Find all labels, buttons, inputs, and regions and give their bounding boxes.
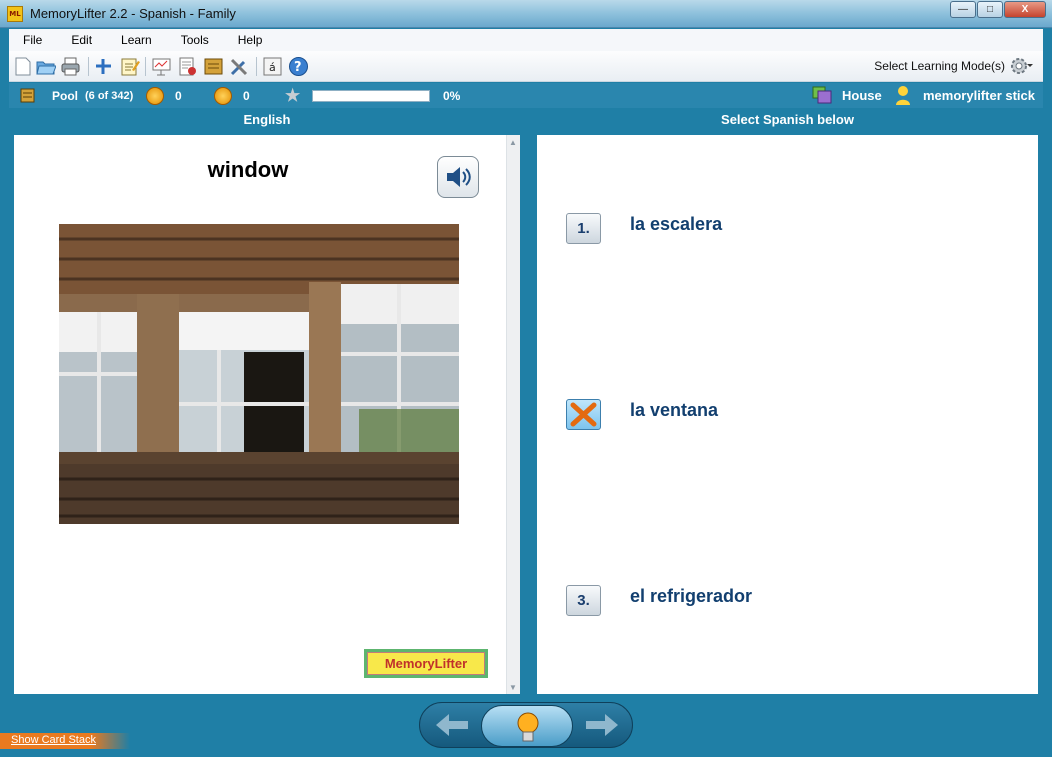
tools-icon[interactable] [229,56,250,77]
show-card-stack-link[interactable]: Show Card Stack [11,734,96,746]
edit-card-icon[interactable] [119,56,140,77]
answer-1-text[interactable]: la escalera [630,214,722,235]
chapter-name[interactable]: House [842,88,882,103]
answer-column-header: Select Spanish below [721,112,854,127]
navigation-pod [419,702,633,748]
answer-3-text[interactable]: el refrigerador [630,586,752,607]
question-scrollbar[interactable]: ▲ ▼ [506,135,520,694]
chapter-icon [812,85,832,104]
answer-1-button[interactable]: 1. [566,213,601,244]
menu-bar: File Edit Learn Tools Help [9,29,1043,51]
question-word: window [207,157,289,182]
correct-count: 0 [175,89,182,103]
open-folder-icon[interactable] [35,56,57,77]
print-icon[interactable] [60,56,81,77]
close-button[interactable]: X [1004,1,1046,18]
speaker-icon[interactable] [437,156,479,198]
menu-learn[interactable]: Learn [107,33,167,47]
window-title: MemoryLifter 2.2 - Spanish - Family [30,6,236,21]
svg-text:?: ? [294,60,302,75]
add-card-icon[interactable] [93,56,114,77]
forward-arrow-icon[interactable] [578,710,626,742]
menu-file[interactable]: File [9,33,57,47]
status-bar: Pool (6 of 342) 0 0 ★ 0% House memorylif… [9,83,1043,108]
pool-count: (6 of 342) [85,90,134,102]
question-image [59,224,459,524]
answer-panel: 1. la escalera la ventana 3. el refriger… [537,135,1038,694]
toolbar: á ? Select Learning Mode(s) [9,51,1043,82]
learning-mode-gear-icon[interactable] [1009,55,1033,77]
user-name[interactable]: memorylifter stick [923,88,1035,103]
help-icon[interactable]: ? [288,56,309,77]
sad-smiley-icon [214,87,232,105]
wrong-mark-icon[interactable] [566,399,601,430]
progress-bar [312,90,430,102]
maximize-button[interactable]: □ [977,1,1003,18]
pool-label: Pool [52,89,78,103]
back-arrow-icon[interactable] [428,710,476,742]
happy-smiley-icon [146,87,164,105]
show-card-stack-tab[interactable]: Show Card Stack [0,733,130,749]
new-file-icon[interactable] [12,56,33,77]
star-icon: ★ [285,86,301,105]
answer-2-text[interactable]: la ventana [630,400,718,421]
menu-tools[interactable]: Tools [167,33,224,47]
memorylifter-logo: MemoryLifter [364,649,488,678]
scroll-up-icon[interactable]: ▲ [509,138,517,147]
question-column-header: English [243,112,291,127]
bottom-bar: Show Card Stack [0,697,1052,757]
question-panel: window MemoryLifter ▲ ▼ [14,135,520,694]
app-icon: ML [7,6,23,22]
lightbulb-icon [517,712,539,742]
hint-lightbulb-button[interactable] [481,705,573,747]
user-icon [895,85,911,106]
svg-text:á: á [269,61,276,74]
title-bar: ML MemoryLifter 2.2 - Spanish - Family —… [0,0,1052,28]
card-box-icon[interactable] [203,56,224,77]
presentation-icon[interactable] [151,56,172,77]
scroll-down-icon[interactable]: ▼ [509,683,517,692]
pool-box-icon [20,88,35,103]
special-characters-icon[interactable]: á [262,56,283,77]
answer-3-button[interactable]: 3. [566,585,601,616]
menu-help[interactable]: Help [224,33,278,47]
progress-label: 0% [443,89,461,103]
statistics-icon[interactable] [177,56,198,77]
wrong-count: 0 [243,89,250,103]
minimize-button[interactable]: — [950,1,976,18]
learning-mode-label[interactable]: Select Learning Mode(s) [874,59,1005,73]
menu-edit[interactable]: Edit [57,33,107,47]
